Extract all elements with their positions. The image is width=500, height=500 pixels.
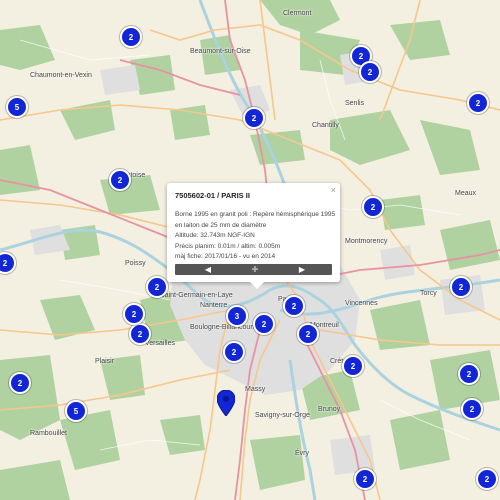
marker-cluster[interactable]: 2: [243, 107, 265, 129]
place-label: Évry: [295, 450, 309, 457]
place-label: Chantilly: [312, 122, 339, 129]
place-label: Clermont: [283, 10, 312, 17]
marker-cluster[interactable]: 2: [283, 295, 305, 317]
marker-cluster[interactable]: 2: [476, 468, 498, 490]
prev-arrow-icon[interactable]: ◀: [203, 265, 213, 274]
popup-line: Précis planim: 0.01m / altim: 0.005m: [175, 242, 281, 250]
popup-tip: [249, 281, 265, 289]
info-popup: 7505602-01 / PARIS II × Borne 1995 en gr…: [167, 183, 340, 282]
popup-title: 7505602-01 / PARIS II: [175, 191, 250, 200]
place-label: Plaisir: [95, 358, 115, 365]
place-label: Massy: [245, 386, 266, 393]
marker-cluster[interactable]: 2: [458, 363, 480, 385]
marker-cluster[interactable]: 2: [297, 323, 319, 345]
marker-cluster[interactable]: 2: [146, 276, 168, 298]
marker-cluster[interactable]: 5: [6, 96, 28, 118]
popup-line: Borne 1995 en granit poli : Repère hémis…: [175, 211, 336, 218]
place-label: Meaux: [455, 190, 477, 197]
place-label: Nanterre: [200, 302, 228, 309]
marker-cluster[interactable]: 2: [461, 398, 483, 420]
marker-cluster[interactable]: 2: [123, 303, 145, 325]
next-arrow-icon[interactable]: ▶: [297, 265, 307, 274]
place-label: Beaumont-sur-Oise: [190, 48, 251, 55]
popup-body: Borne 1995 en granit poli : Repère hémis…: [175, 210, 335, 263]
marker-cluster[interactable]: 3: [226, 305, 248, 327]
place-label: Versailles: [145, 340, 175, 347]
zoom-to-icon[interactable]: ✛: [250, 265, 260, 274]
marker-cluster[interactable]: 2: [120, 26, 142, 48]
popup-line: en laiton de 25 mm de diamètre: [175, 221, 267, 229]
place-label: Boulogne-Billancourt: [190, 324, 255, 331]
close-icon[interactable]: ×: [331, 185, 336, 195]
place-label: Montmorency: [345, 238, 388, 245]
marker-cluster[interactable]: 2: [253, 313, 275, 335]
popup-nav-bar: ◀ ✛ ▶: [175, 264, 332, 275]
place-label: Chaumont-en-Vexin: [30, 72, 92, 79]
selected-location-pin-icon[interactable]: [216, 389, 236, 417]
place-label: Vincennes: [345, 300, 378, 307]
marker-cluster[interactable]: 2: [342, 355, 364, 377]
place-label: Brunoy: [318, 406, 341, 413]
marker-cluster[interactable]: 2: [9, 372, 31, 394]
place-label: Savigny-sur-Orge: [255, 412, 310, 419]
map-view[interactable]: Clermont Beaumont-sur-Oise Chaumont-en-V…: [0, 0, 500, 500]
place-label: Senlis: [345, 100, 365, 107]
marker-cluster[interactable]: 2: [354, 468, 376, 490]
place-label: Rambouillet: [30, 430, 67, 437]
marker-cluster[interactable]: 2: [362, 196, 384, 218]
marker-cluster[interactable]: 2: [223, 341, 245, 363]
marker-cluster[interactable]: 2: [359, 61, 381, 83]
marker-cluster[interactable]: 2: [129, 323, 151, 345]
marker-cluster[interactable]: 5: [65, 400, 87, 422]
popup-line: Altitude: 32.743m NGF-IGN: [175, 232, 255, 239]
marker-cluster[interactable]: 2: [467, 92, 489, 114]
place-label: Torcy: [420, 290, 437, 297]
popup-line: màj fiche: 2017/01/16 - vu en 2014: [175, 253, 276, 260]
place-label: Poissy: [125, 260, 146, 267]
marker-cluster[interactable]: 2: [109, 169, 131, 191]
marker-cluster[interactable]: 2: [450, 276, 472, 298]
place-label: Saint-Germain-en-Laye: [160, 292, 233, 299]
